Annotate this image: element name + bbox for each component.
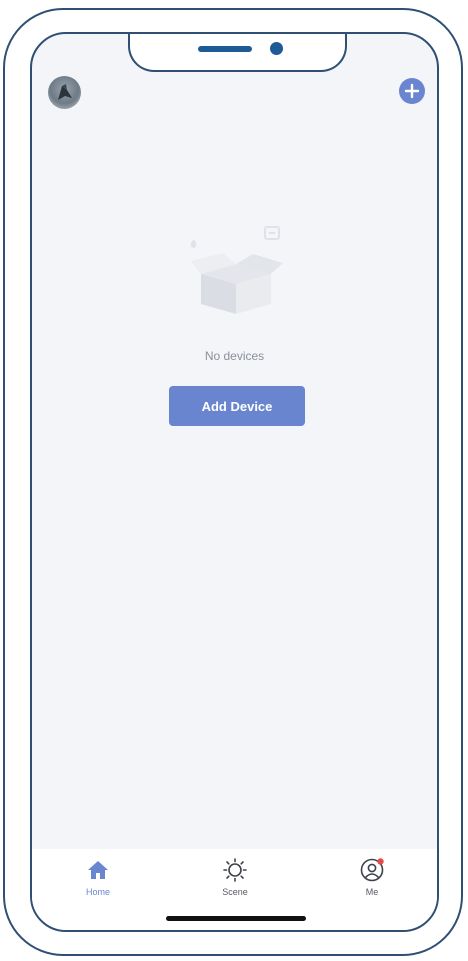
tab-me[interactable]: Me bbox=[337, 857, 407, 907]
empty-box-illustration bbox=[161, 226, 311, 329]
speaker-grille bbox=[198, 46, 252, 52]
bird-icon bbox=[58, 84, 72, 100]
home-icon bbox=[88, 861, 108, 879]
user-icon bbox=[360, 858, 384, 882]
sun-icon bbox=[223, 858, 247, 882]
front-camera bbox=[270, 42, 283, 55]
plus-icon bbox=[404, 83, 420, 99]
empty-state-message: No devices bbox=[204, 349, 265, 363]
phone-screen: No devices Add Device Home Scene Me bbox=[30, 32, 439, 932]
tab-scene-label: Scene bbox=[222, 887, 248, 897]
tab-me-label: Me bbox=[365, 887, 379, 897]
tab-home[interactable]: Home bbox=[63, 857, 133, 907]
notification-badge bbox=[377, 858, 384, 865]
add-device-button[interactable]: Add Device bbox=[169, 386, 305, 426]
tab-scene[interactable]: Scene bbox=[200, 857, 270, 907]
home-indicator bbox=[166, 916, 306, 921]
avatar[interactable] bbox=[48, 76, 81, 109]
phone-notch bbox=[128, 34, 347, 72]
add-button[interactable] bbox=[399, 78, 425, 104]
tab-home-label: Home bbox=[85, 887, 110, 897]
